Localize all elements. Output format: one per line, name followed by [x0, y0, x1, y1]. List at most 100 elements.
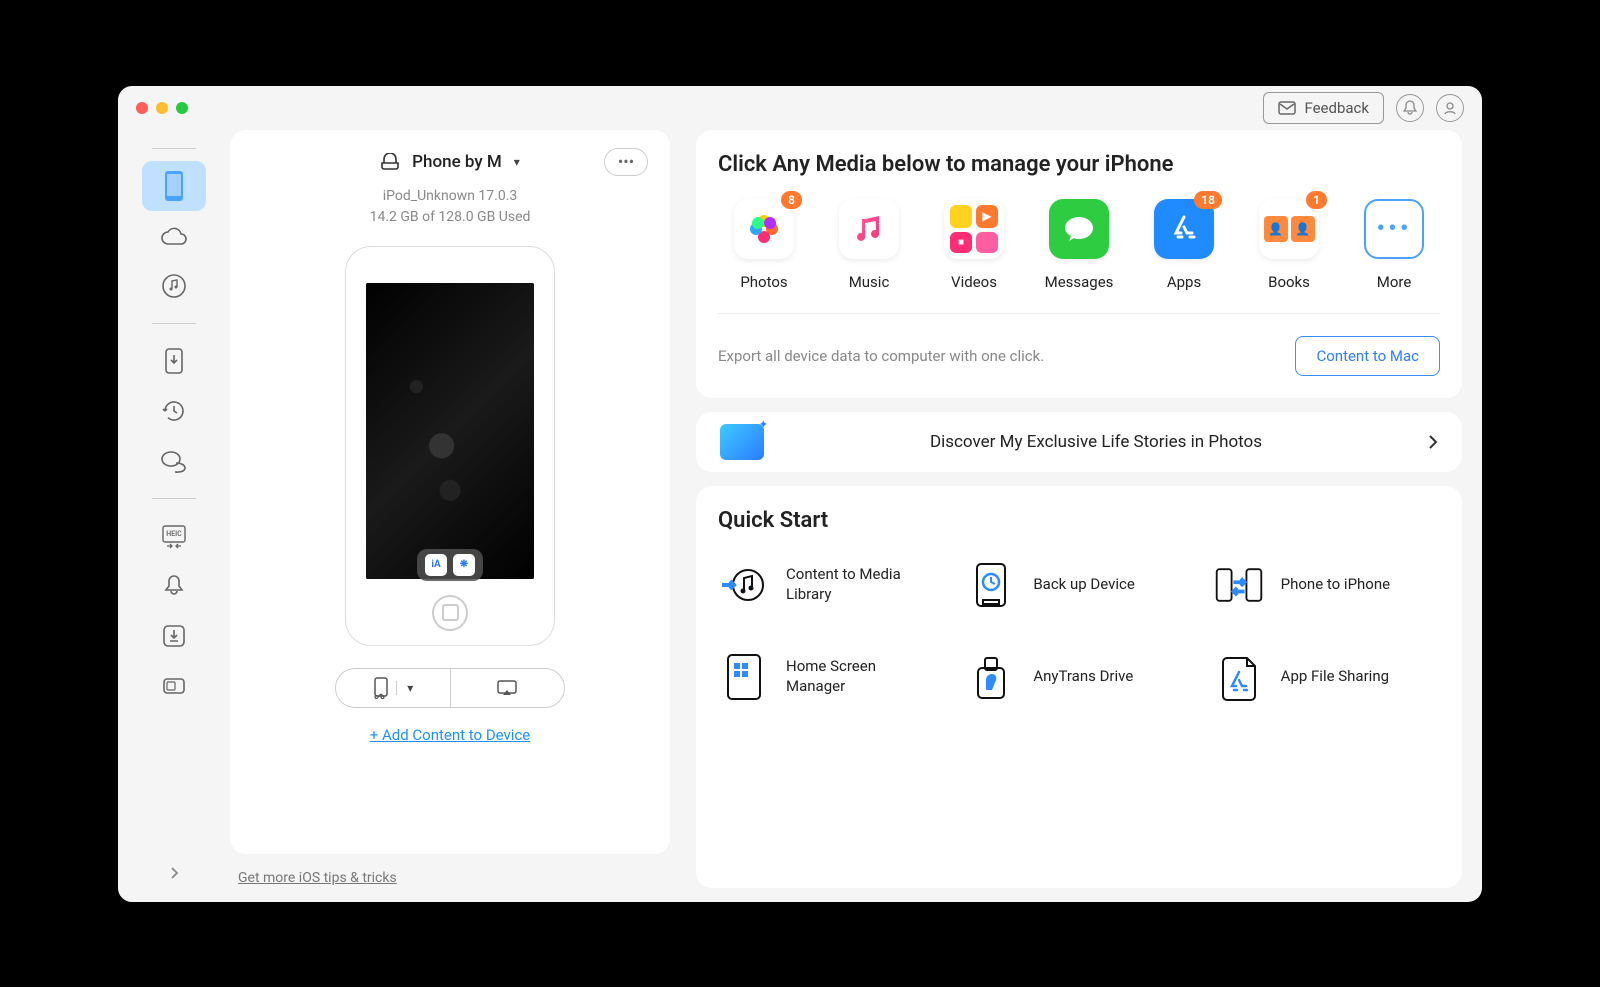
close-window-button[interactable]	[136, 102, 148, 114]
device-more-button[interactable]: •••	[604, 148, 648, 176]
messages-icon	[1049, 199, 1109, 259]
media-label: More	[1377, 273, 1412, 291]
quick-label: App File Sharing	[1281, 667, 1389, 687]
media-item-messages[interactable]: Messages	[1033, 199, 1125, 291]
feedback-label: Feedback	[1304, 99, 1369, 117]
sidebar-collapse-button[interactable]	[142, 858, 206, 888]
quick-item-phone-to-iphone[interactable]: Phone to iPhone	[1213, 559, 1440, 611]
quick-icon	[965, 559, 1017, 611]
sidebar-item-social[interactable]	[142, 436, 206, 486]
quick-start-title: Quick Start	[718, 508, 1440, 533]
media-label: Music	[849, 273, 890, 291]
quick-label: Phone to iPhone	[1281, 575, 1390, 595]
cloud-icon	[160, 226, 188, 246]
sidebar-item-heic[interactable]: HEIC	[142, 511, 206, 561]
chat-bubbles-icon	[160, 449, 188, 473]
user-icon	[1443, 101, 1457, 115]
device-home-button	[432, 595, 468, 631]
device-preview: iA ❋	[345, 246, 555, 646]
mail-icon	[1278, 101, 1296, 115]
sidebar-item-mirror[interactable]	[142, 661, 206, 711]
dock-app-2: ❋	[453, 554, 475, 576]
app-store-download-icon	[162, 624, 186, 648]
discover-text: Discover My Exclusive Life Stories in Ph…	[786, 432, 1406, 452]
chevron-right-icon	[1428, 434, 1438, 450]
badge: 8	[781, 191, 802, 209]
device-storage: 14.2 GB of 128.0 GB Used	[370, 207, 531, 228]
device-name: Phone by M	[412, 152, 502, 172]
content-to-mac-button[interactable]: Content to Mac	[1295, 336, 1440, 376]
quick-label: Content to Media Library	[786, 565, 916, 604]
media-item-videos[interactable]: ▶■ Videos	[928, 199, 1020, 291]
media-label: Messages	[1045, 273, 1114, 291]
quick-label: Back up Device	[1033, 575, 1135, 595]
quick-icon	[1213, 651, 1265, 703]
add-content-link[interactable]: + Add Content to Device	[370, 726, 531, 744]
device-action-bar: ▾	[335, 668, 565, 708]
history-icon	[161, 398, 187, 424]
media-panel: Click Any Media below to manage your iPh…	[696, 130, 1462, 398]
media-item-music[interactable]: Music	[823, 199, 915, 291]
tips-link[interactable]: Get more iOS tips & tricks	[238, 870, 397, 886]
device-selector[interactable]: Phone by M ▾	[380, 152, 520, 172]
quick-item-back-up-device[interactable]: Back up Device	[965, 559, 1192, 611]
badge: 1	[1306, 191, 1327, 209]
quick-icon	[718, 559, 770, 611]
media-label: Videos	[951, 273, 997, 291]
sidebar-item-icloud[interactable]	[142, 211, 206, 261]
app-window: Feedback	[118, 86, 1482, 902]
titlebar: Feedback	[118, 86, 1482, 130]
sidebar-item-media[interactable]	[142, 261, 206, 311]
quick-icon	[718, 651, 770, 703]
photos-icon: 8	[734, 199, 794, 259]
mirror-button[interactable]	[451, 669, 565, 707]
sidebar-item-app-download[interactable]	[142, 611, 206, 661]
quick-item-content-to-media-library[interactable]: Content to Media Library	[718, 559, 945, 611]
sidebar: HEIC	[118, 130, 230, 902]
sidebar-item-device[interactable]	[142, 161, 206, 211]
bell-icon	[163, 574, 185, 598]
media-item-photos[interactable]: 8Photos	[718, 199, 810, 291]
quick-item-app-file-sharing[interactable]: App File Sharing	[1213, 651, 1440, 703]
device-meta: iPod_Unknown 17.0.3 14.2 GB of 128.0 GB …	[370, 186, 531, 228]
media-item-books[interactable]: 👤👤1Books	[1243, 199, 1335, 291]
sidebar-item-backup[interactable]	[142, 386, 206, 436]
device-icon	[380, 153, 400, 171]
sidebar-item-ringtone[interactable]	[142, 561, 206, 611]
dock-app-1: iA	[425, 554, 447, 576]
device-model: iPod_Unknown 17.0.3	[370, 186, 531, 207]
notifications-button[interactable]	[1396, 94, 1424, 122]
device-wallpaper	[366, 283, 534, 579]
phone-icon	[163, 170, 185, 202]
quick-label: AnyTrans Drive	[1033, 667, 1133, 687]
minimize-window-button[interactable]	[156, 102, 168, 114]
screenshot-button[interactable]: ▾	[336, 669, 451, 707]
discover-card[interactable]: Discover My Exclusive Life Stories in Ph…	[696, 412, 1462, 472]
quick-item-anytrans-drive[interactable]: AnyTrans Drive	[965, 651, 1192, 703]
export-hint: Export all device data to computer with …	[718, 347, 1044, 365]
feedback-button[interactable]: Feedback	[1263, 92, 1384, 124]
tips-row: Get more iOS tips & tricks	[230, 862, 670, 888]
phone-cut-icon	[372, 677, 390, 699]
music-icon	[839, 199, 899, 259]
transfer-icon	[162, 347, 186, 375]
sidebar-item-transfer[interactable]	[142, 336, 206, 386]
more-icon: •••	[1364, 199, 1424, 259]
bell-icon	[1403, 100, 1417, 116]
music-disc-icon	[161, 273, 187, 299]
badge: 18	[1194, 191, 1222, 209]
screen-mirror-icon	[162, 676, 186, 696]
media-title: Click Any Media below to manage your iPh…	[718, 152, 1440, 177]
quick-item-home-screen-manager[interactable]: Home Screen Manager	[718, 651, 945, 703]
quick-start-panel: Quick Start Content to Media Library Back…	[696, 486, 1462, 888]
videos-icon: ▶■	[944, 199, 1004, 259]
account-button[interactable]	[1436, 94, 1464, 122]
discover-icon	[720, 424, 764, 460]
media-label: Apps	[1167, 273, 1201, 291]
books-icon: 👤👤1	[1259, 199, 1319, 259]
maximize-window-button[interactable]	[176, 102, 188, 114]
media-item-apps[interactable]: 18 Apps	[1138, 199, 1230, 291]
apps-icon: 18	[1154, 199, 1214, 259]
chevron-down-icon: ▾	[396, 681, 413, 695]
media-item-more[interactable]: ••• More	[1348, 199, 1440, 291]
